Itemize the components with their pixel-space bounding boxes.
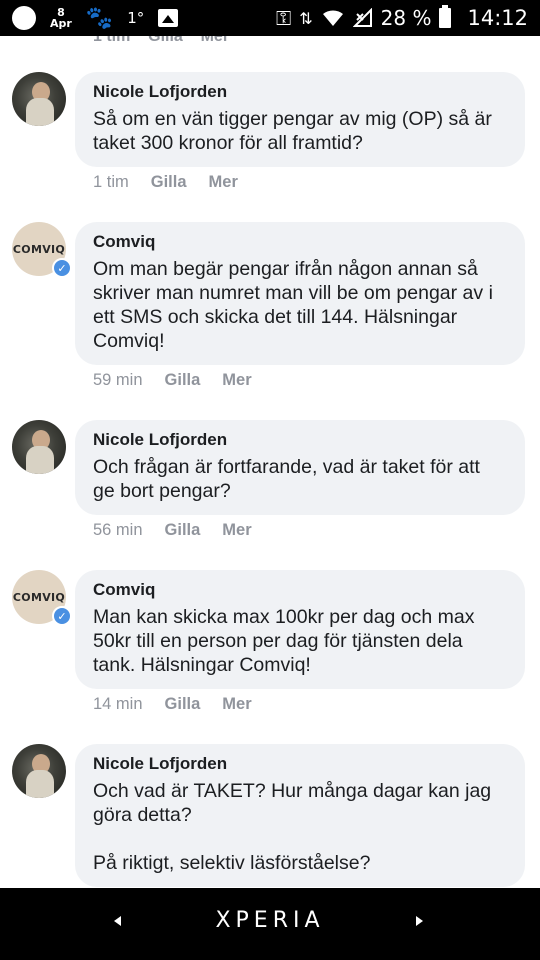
comment-bubble[interactable]: Comviq Man kan skicka max 100kr per dag … [75, 570, 525, 689]
like-button[interactable]: Gilla [165, 695, 201, 714]
clock: 14:12 [467, 6, 528, 30]
comment-bubble[interactable]: Comviq Om man begär pengar ifrån någon a… [75, 222, 525, 365]
comment-author[interactable]: Nicole Lofjorden [93, 81, 507, 103]
image-icon [158, 9, 179, 27]
more-button[interactable]: Mer [209, 173, 238, 192]
status-bar: 8 Apr 🐾 1° ⚿ ⇅ 28 % 14:12 [0, 0, 540, 36]
avatar[interactable]: COMVIQ ✓ [12, 570, 72, 626]
comment-time[interactable]: 59 min [93, 371, 143, 390]
comment-author[interactable]: Nicole Lofjorden [93, 753, 507, 775]
comment-actions: 59 min Gilla Mer [93, 371, 252, 390]
comment-author[interactable]: Comviq [93, 231, 507, 253]
comment-time[interactable]: 14 min [93, 695, 143, 714]
like-button[interactable]: Gilla [165, 371, 201, 390]
comment-bubble[interactable]: Nicole Lofjorden Och vad är TAKET? Hur m… [75, 744, 525, 887]
brand-logo: COMVIQ [12, 242, 66, 256]
wifi-icon [322, 10, 343, 26]
more-button[interactable]: Mer [222, 521, 251, 540]
comment-bubble[interactable]: Nicole Lofjorden Och frågan är fortfaran… [75, 420, 525, 515]
navigation-bar: XPERIA [0, 888, 540, 960]
notification-circle-icon [12, 6, 36, 30]
comment-bubble[interactable]: Nicole Lofjorden Så om en vän tigger pen… [75, 72, 525, 167]
data-transfer-icon: ⇅ [299, 8, 313, 28]
calendar-month: Apr [50, 17, 72, 30]
more-button[interactable]: Mer [222, 371, 251, 390]
status-system: ⚿ ⇅ 28 % 14:12 [276, 0, 528, 36]
previous-comment-actions: 1 tim Gilla Mer [93, 36, 230, 45]
comment-text: Så om en vän tigger pengar av mig (OP) s… [93, 108, 492, 154]
comment-text: Och vad är TAKET? Hur många dagar kan ja… [93, 780, 492, 874]
brand-logo: COMVIQ [12, 590, 66, 604]
more-button[interactable]: Mer [222, 695, 251, 714]
comment-text: Och frågan är fortfarande, vad är taket … [93, 456, 480, 502]
comments-feed[interactable]: 1 tim Gilla Mer Nicole Lofjorden Så om e… [0, 36, 540, 888]
comment-time[interactable]: 56 min [93, 521, 143, 540]
avatar-body [26, 446, 54, 474]
comment-text: Om man begär pengar ifrån någon annan så… [93, 258, 493, 352]
avatar[interactable]: COMVIQ ✓ [12, 222, 72, 278]
avatar-body [26, 98, 54, 126]
comment-author[interactable]: Nicole Lofjorden [93, 429, 507, 451]
comment-actions: 56 min Gilla Mer [93, 521, 252, 540]
verified-badge-icon: ✓ [52, 258, 72, 278]
battery-icon [439, 5, 452, 28]
verified-badge-icon: ✓ [52, 606, 72, 626]
avatar[interactable] [12, 744, 66, 798]
comment-time[interactable]: 1 tim [93, 173, 129, 192]
like-button[interactable]: Gilla [151, 173, 187, 192]
comment-author[interactable]: Comviq [93, 579, 507, 601]
avatar-body [26, 770, 54, 798]
key-icon: ⚿ [276, 6, 292, 30]
avatar[interactable] [12, 72, 66, 126]
signal-icon [352, 8, 372, 27]
like-button[interactable]: Gilla [165, 521, 201, 540]
comment-actions: 1 tim Gilla Mer [93, 173, 238, 192]
comment-text: Man kan skicka max 100kr per dag och max… [93, 606, 475, 676]
paw-icon: 🐾 [85, 5, 114, 31]
comment-actions: 14 min Gilla Mer [93, 695, 252, 714]
xperia-logo: XPERIA [215, 908, 325, 933]
calendar-icon: 8 Apr [50, 7, 72, 29]
status-notifications: 8 Apr 🐾 1° [12, 0, 179, 36]
weather-temp: 1° [127, 9, 145, 27]
avatar[interactable] [12, 420, 66, 474]
forward-arrow-icon[interactable] [416, 916, 423, 926]
battery-percent: 28 % [380, 6, 432, 30]
